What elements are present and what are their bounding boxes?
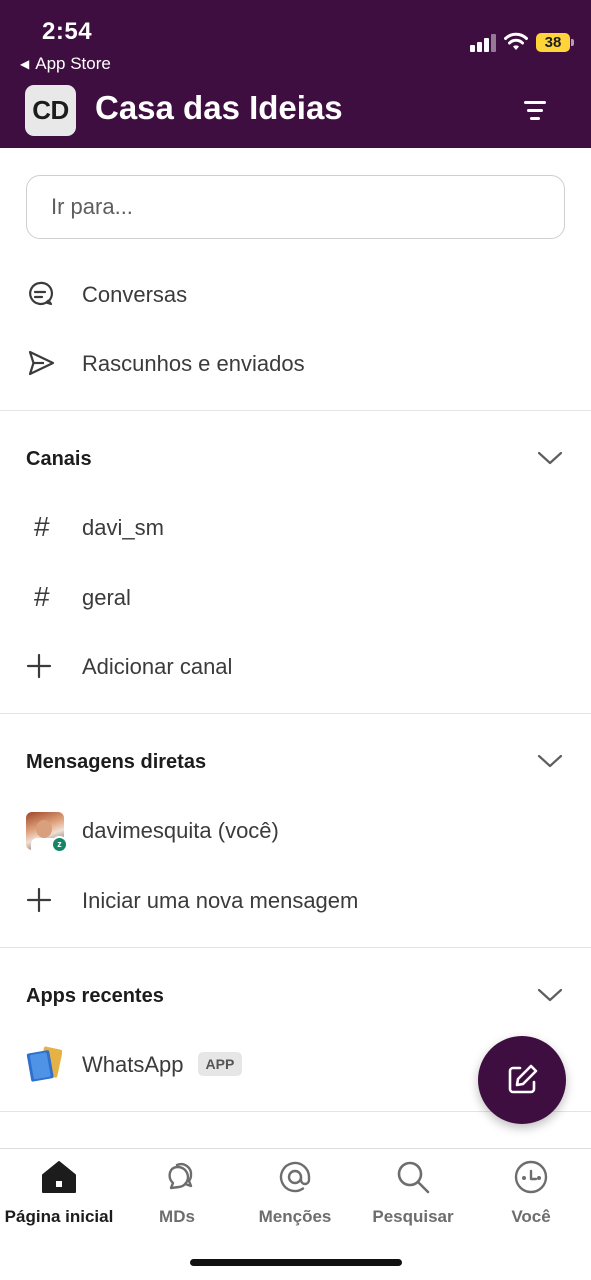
app-label: WhatsApp APP — [82, 1052, 243, 1078]
battery-tip — [571, 39, 574, 46]
at-icon — [279, 1161, 311, 1193]
tab-search[interactable]: Pesquisar — [354, 1157, 472, 1237]
send-icon — [26, 347, 62, 379]
profile-icon — [514, 1160, 548, 1194]
wifi-icon — [504, 32, 528, 50]
channel-item-davi-sm[interactable]: # davi_sm — [0, 497, 591, 557]
new-message-label: Iniciar uma nova mensagem — [82, 888, 359, 913]
workspace-avatar[interactable]: CD — [25, 85, 76, 136]
threads-icon — [26, 278, 62, 310]
away-status-icon: z — [51, 836, 68, 853]
nav-item-drafts-sent[interactable]: Rascunhos e enviados — [0, 333, 591, 393]
dm-item-self[interactable]: z davimesquita (você) — [0, 800, 591, 860]
avatar: z — [26, 812, 68, 853]
plus-icon — [26, 884, 62, 916]
channel-label: geral — [82, 585, 131, 610]
nav-item-threads[interactable]: Conversas — [0, 264, 591, 324]
tab-mentions[interactable]: Menções — [236, 1157, 354, 1237]
back-app-label: App Store — [35, 54, 111, 73]
cellular-signal-icon — [470, 34, 496, 52]
dm-label: davimesquita (você) — [82, 818, 279, 843]
tab-home[interactable]: Página inicial — [0, 1157, 118, 1237]
messages-icon — [168, 1163, 193, 1190]
notebook-icon — [26, 1046, 62, 1082]
section-divider — [0, 713, 591, 714]
dms-section-header[interactable]: Mensagens diretas — [0, 737, 591, 787]
plus-icon — [26, 650, 62, 682]
filter-button[interactable] — [518, 96, 552, 126]
channel-item-geral[interactable]: # geral — [0, 567, 591, 627]
add-channel-button[interactable]: Adicionar canal — [0, 636, 591, 696]
new-message-button[interactable]: Iniciar uma nova mensagem — [0, 870, 591, 930]
jump-to-search[interactable] — [26, 175, 565, 239]
tab-dms[interactable]: MDs — [118, 1157, 236, 1237]
filter-icon — [524, 101, 546, 104]
hash-icon: # — [34, 511, 50, 542]
home-icon — [42, 1161, 76, 1193]
recent-apps-section-header[interactable]: Apps recentes — [0, 971, 591, 1021]
section-divider — [0, 410, 591, 411]
section-divider — [0, 947, 591, 948]
nav-item-label: Rascunhos e enviados — [82, 351, 305, 376]
back-to-app-link[interactable]: ◀ App Store — [20, 54, 111, 74]
compose-button[interactable] — [478, 1036, 566, 1124]
home-indicator — [190, 1259, 402, 1266]
app-badge: APP — [197, 1052, 243, 1076]
channel-label: davi_sm — [82, 515, 164, 540]
workspace-name[interactable]: Casa das Ideias — [95, 89, 343, 127]
status-time: 2:54 — [42, 18, 93, 45]
channels-section-header[interactable]: Canais — [0, 434, 591, 484]
hash-icon: # — [34, 581, 50, 612]
chevron-down-icon — [537, 988, 563, 1002]
add-channel-label: Adicionar canal — [82, 654, 233, 679]
triangle-left-icon: ◀ — [20, 57, 30, 71]
search-input[interactable] — [51, 176, 531, 237]
tab-you[interactable]: Você — [472, 1157, 590, 1237]
battery-indicator: 38 — [536, 33, 570, 52]
app-header: 2:54 ◀ App Store 38 CD Casa das Ideias — [0, 0, 591, 148]
chevron-down-icon — [537, 451, 563, 465]
section-title: Canais — [26, 448, 92, 470]
nav-item-label: Conversas — [82, 282, 188, 307]
section-title: Mensagens diretas — [26, 751, 207, 773]
section-title: Apps recentes — [26, 985, 164, 1007]
compose-icon — [508, 1064, 538, 1094]
chevron-down-icon — [537, 754, 563, 768]
search-icon — [397, 1161, 430, 1194]
